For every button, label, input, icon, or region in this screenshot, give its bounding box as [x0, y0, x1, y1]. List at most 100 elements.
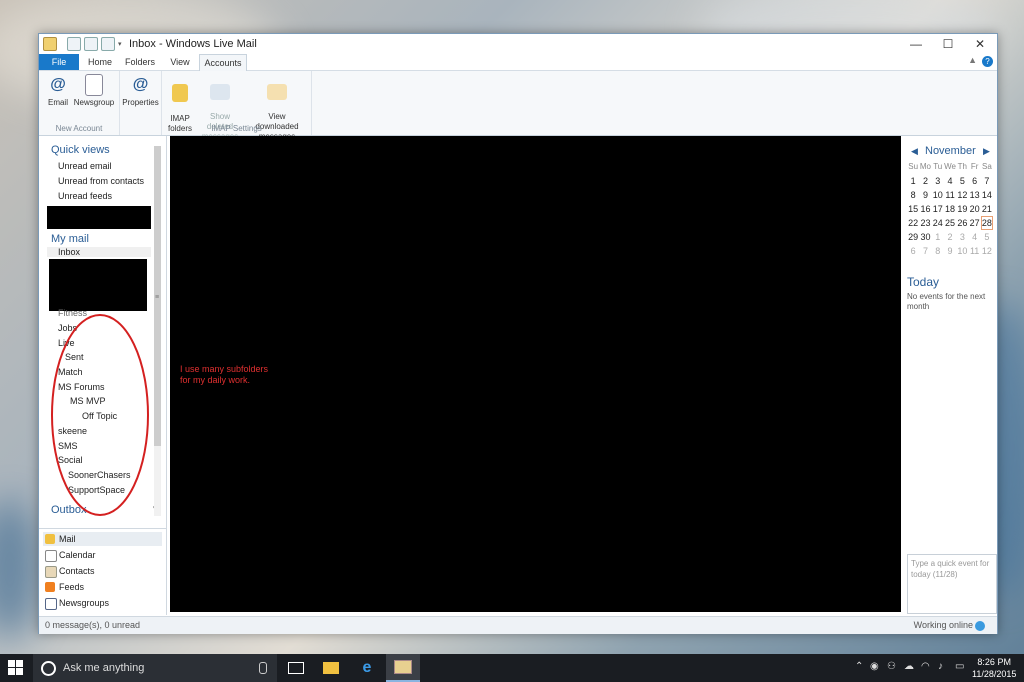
calendar-day[interactable]: 27: [968, 216, 980, 230]
folder-unread-email[interactable]: Unread email: [58, 161, 112, 171]
my-mail-heading[interactable]: My mail: [51, 233, 89, 245]
calendar-day[interactable]: 12: [956, 188, 968, 202]
calendar-day[interactable]: 17: [932, 202, 944, 216]
calendar-day[interactable]: 22: [907, 216, 919, 230]
calendar-day[interactable]: 1: [907, 174, 919, 188]
wifi-icon[interactable]: ◠: [921, 661, 930, 672]
minimize-button[interactable]: —: [901, 34, 931, 54]
microphone-icon[interactable]: [259, 662, 267, 674]
calendar-day[interactable]: 30: [919, 230, 931, 244]
quick-event-input[interactable]: Type a quick event for today (11/28): [907, 554, 997, 614]
cortana-search-box[interactable]: Ask me anything: [33, 654, 277, 682]
calendar-day[interactable]: 21: [981, 202, 993, 216]
group-label-imap-settings: IMAP Settings: [211, 124, 262, 133]
calendar-day[interactable]: 7: [919, 244, 931, 258]
calendar-grid: Su Mo Tu We Th Fr Sa 1 2 3 4 5 6 7 8 9 10 11 12 13 14 15 16 17 1…: [907, 160, 994, 258]
folder-scrollbar[interactable]: ≡: [154, 146, 161, 516]
calendar-day[interactable]: 26: [956, 216, 968, 230]
calendar-day[interactable]: 11: [944, 188, 956, 202]
calendar-weekday: Fr: [970, 162, 979, 171]
next-month-button[interactable]: ▶: [983, 146, 990, 157]
calendar-day[interactable]: 11: [968, 244, 980, 258]
calendar-day[interactable]: 5: [981, 230, 993, 244]
switcher-mail[interactable]: Mail: [43, 532, 162, 546]
calendar-day[interactable]: 28: [980, 216, 994, 230]
calendar-day[interactable]: 7: [981, 174, 993, 188]
onedrive-cloud-icon[interactable]: ☁: [904, 661, 914, 672]
calendar-day[interactable]: 19: [956, 202, 968, 216]
reply-icon[interactable]: [101, 37, 115, 51]
calendar-week-row: 29 30 1 2 3 4 5: [907, 230, 993, 244]
email-account-button[interactable]: @ Email: [45, 74, 71, 108]
calendar-day[interactable]: 10: [932, 188, 944, 202]
tray-chevron-icon[interactable]: ⌃: [855, 661, 863, 672]
action-center-icon[interactable]: ▭: [955, 661, 964, 672]
file-explorer-icon[interactable]: [314, 654, 348, 682]
prev-month-button[interactable]: ◀: [911, 146, 918, 157]
calendar-weekday: Tu: [933, 162, 943, 171]
app-icon: [43, 37, 57, 51]
qat-dropdown-icon[interactable]: ▾: [118, 40, 122, 48]
calendar-day[interactable]: 3: [956, 230, 968, 244]
tab-home[interactable]: Home: [83, 54, 117, 70]
calendar-day[interactable]: 2: [919, 174, 931, 188]
calendar-day[interactable]: 29: [907, 230, 919, 244]
tab-view[interactable]: View: [163, 54, 197, 70]
folder-unread-feeds[interactable]: Unread feeds: [58, 191, 112, 201]
calendar-day[interactable]: 14: [981, 188, 993, 202]
edge-browser-icon[interactable]: e: [350, 654, 384, 682]
tab-file[interactable]: File: [39, 54, 79, 70]
collapse-ribbon-icon[interactable]: ▲: [968, 55, 977, 65]
switcher-calendar-label: Calendar: [59, 550, 96, 560]
cortana-tray-icon[interactable]: ◉: [870, 661, 879, 672]
close-button[interactable]: ✕: [965, 34, 995, 54]
windows-live-mail-taskbar-icon[interactable]: [386, 654, 420, 682]
calendar-day[interactable]: 9: [919, 188, 931, 202]
send-receive-icon[interactable]: [84, 37, 98, 51]
calendar-day[interactable]: 20: [968, 202, 980, 216]
folder-unread-contacts[interactable]: Unread from contacts: [58, 176, 144, 186]
calendar-day[interactable]: 8: [932, 244, 944, 258]
calendar-day[interactable]: 24: [932, 216, 944, 230]
calendar-day[interactable]: 9: [944, 244, 956, 258]
maximize-button[interactable]: ☐: [933, 34, 963, 54]
calendar-day[interactable]: 23: [919, 216, 931, 230]
calendar-day[interactable]: 15: [907, 202, 919, 216]
switcher-contacts[interactable]: Contacts: [43, 564, 162, 578]
switcher-newsgroups[interactable]: Newsgroups: [43, 596, 162, 610]
calendar-day[interactable]: 13: [968, 188, 980, 202]
calendar-day[interactable]: 4: [968, 230, 980, 244]
network-people-icon[interactable]: ⚇: [887, 661, 896, 672]
volume-icon[interactable]: ♪: [938, 661, 943, 672]
calendar-day[interactable]: 1: [932, 230, 944, 244]
tab-accounts[interactable]: Accounts: [199, 54, 247, 71]
calendar-day[interactable]: 4: [944, 174, 956, 188]
new-message-icon[interactable]: [67, 37, 81, 51]
calendar-day[interactable]: 5: [956, 174, 968, 188]
switcher-feeds-label: Feeds: [59, 582, 85, 592]
help-icon[interactable]: ?: [982, 56, 993, 67]
calendar-day[interactable]: 12: [981, 244, 993, 258]
properties-button[interactable]: @ Properties: [122, 74, 159, 108]
calendar-day[interactable]: 6: [907, 244, 919, 258]
calendar-day[interactable]: 3: [932, 174, 944, 188]
calendar-day[interactable]: 8: [907, 188, 919, 202]
task-view-icon[interactable]: [279, 654, 313, 682]
folder-inbox[interactable]: Inbox: [47, 247, 151, 257]
calendar-day[interactable]: 25: [944, 216, 956, 230]
newsgroup-account-button[interactable]: Newsgroup: [73, 74, 115, 108]
calendar-day[interactable]: 16: [919, 202, 931, 216]
online-status[interactable]: Working online: [914, 617, 985, 634]
calendar-day[interactable]: 2: [944, 230, 956, 244]
quick-views-heading[interactable]: Quick views: [51, 144, 110, 156]
taskbar-clock[interactable]: 8:26 PM 11/28/2015: [972, 656, 1016, 680]
annotation-text: I use many subfolders for my daily work.: [180, 364, 269, 385]
calendar-day[interactable]: 18: [944, 202, 956, 216]
windows-start-icon[interactable]: [8, 660, 24, 676]
calendar-day[interactable]: 10: [956, 244, 968, 258]
switcher-feeds[interactable]: Feeds: [43, 580, 162, 594]
tab-folders[interactable]: Folders: [123, 54, 157, 70]
switcher-calendar[interactable]: Calendar: [43, 548, 162, 562]
calendar-day[interactable]: 6: [968, 174, 980, 188]
envelope-open-icon: [267, 84, 287, 100]
